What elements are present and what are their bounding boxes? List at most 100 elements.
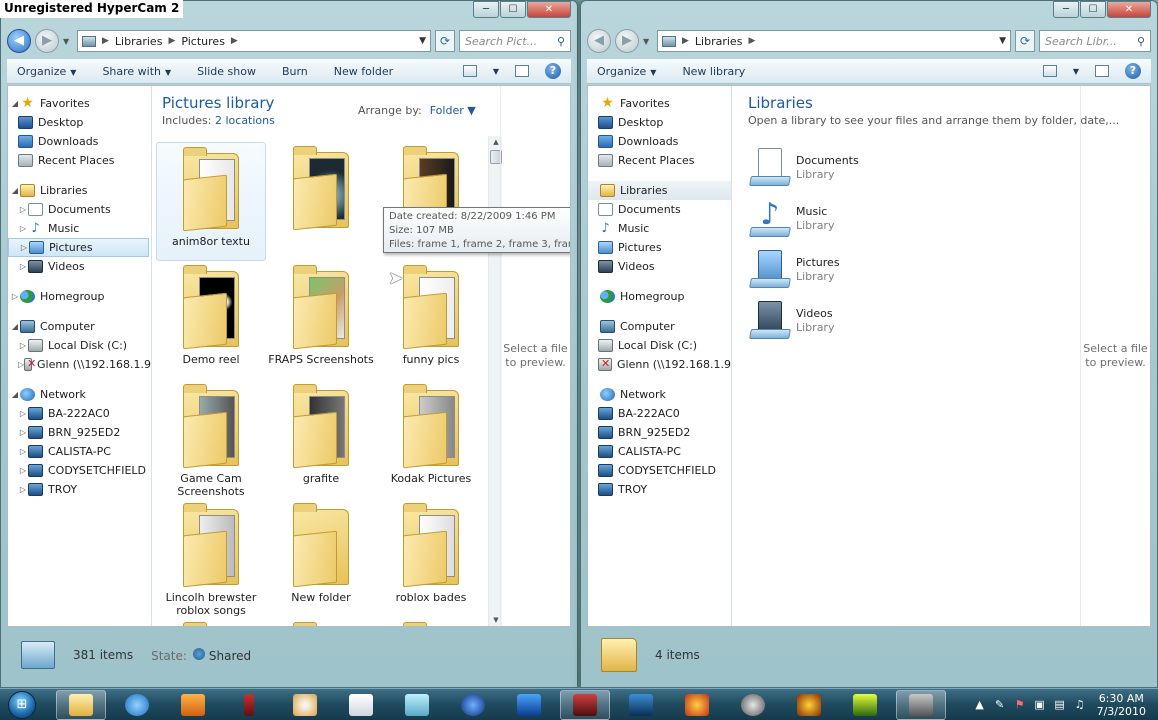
search-input[interactable]: Search Libr... ⚲ <box>1039 30 1151 52</box>
address-dropdown-icon[interactable]: ▼ <box>419 36 426 46</box>
taskbar-media[interactable] <box>168 690 218 720</box>
library-item-music[interactable]: ♪ Music Library <box>748 193 859 244</box>
nav-local-disk[interactable]: ▷ Local Disk (C:) <box>8 336 151 355</box>
nav-network-pc[interactable]: TROY <box>588 480 731 499</box>
close-button[interactable]: ✕ <box>1107 1 1151 18</box>
nav-network-pc[interactable]: ▷ BA-222AC0 <box>8 404 151 423</box>
preview-pane-icon[interactable] <box>1095 65 1109 77</box>
nav-downloads[interactable]: Downloads <box>588 132 731 151</box>
folder-tile[interactable] <box>266 618 376 626</box>
nav-computer[interactable]: Computer <box>588 317 731 336</box>
help-icon[interactable]: ? <box>1125 63 1141 79</box>
nav-network[interactable]: ◢ Network <box>8 385 151 404</box>
nav-local-disk[interactable]: Local Disk (C:) <box>588 336 731 355</box>
nav-glenn-share[interactable]: Glenn (\\192.168.1.9 <box>588 355 731 374</box>
nav-videos[interactable]: ▷ Videos <box>8 257 151 276</box>
taskbar-hypercam[interactable] <box>560 689 610 720</box>
action-center-icon[interactable]: ⚑ <box>1013 698 1027 712</box>
start-button[interactable]: ⊞ <box>0 689 44 720</box>
forward-button[interactable]: ▶ <box>35 29 59 53</box>
new-library-button[interactable]: New library <box>682 65 745 78</box>
folder-tile[interactable]: grafite <box>266 380 376 499</box>
nav-music[interactable]: ▷ ♪ Music <box>8 219 151 238</box>
network-status-icon[interactable]: ▤ <box>1053 698 1067 712</box>
nav-libraries[interactable]: Libraries <box>588 181 731 200</box>
folder-tile[interactable] <box>266 142 376 261</box>
breadcrumb-libraries[interactable]: Libraries <box>115 35 163 48</box>
maximize-button[interactable]: ☐ <box>1080 1 1106 18</box>
taskbar-app-figure[interactable] <box>224 690 274 720</box>
nav-documents[interactable]: ▷ Documents <box>8 200 151 219</box>
libraries-window[interactable]: ─ ☐ ✕ ◀ ▶ ▼ ▶ Libraries ▶ ▼ ⟳ Search Lib… <box>580 0 1158 688</box>
breadcrumb-libraries[interactable]: Libraries <box>695 35 743 48</box>
nav-computer[interactable]: ◢ Computer <box>8 317 151 336</box>
library-item-videos[interactable]: Videos Library <box>748 295 859 346</box>
organize-menu[interactable]: Organize ▼ <box>17 65 76 78</box>
close-button[interactable]: ✕ <box>527 1 571 18</box>
taskbar-rf4[interactable] <box>504 690 554 720</box>
folder-tile[interactable]: Game Cam Screenshots <box>156 380 266 499</box>
nav-downloads[interactable]: Downloads <box>8 132 151 151</box>
organize-menu[interactable]: Organize ▼ <box>597 65 656 78</box>
change-view-icon[interactable] <box>462 65 477 77</box>
nav-network-pc[interactable]: BRN_925ED2 <box>588 423 731 442</box>
folder-tile[interactable] <box>156 618 266 626</box>
nav-libraries[interactable]: ◢ Libraries <box>8 181 151 200</box>
burn-button[interactable]: Burn <box>282 65 308 78</box>
folder-tile[interactable]: Lincolh brewster roblox songs <box>156 499 266 618</box>
libraries-list-area[interactable]: Libraries Open a library to see your fil… <box>732 86 1150 626</box>
nav-desktop[interactable]: Desktop <box>588 113 731 132</box>
volume-icon[interactable]: ♫ <box>1073 698 1087 712</box>
nav-homegroup[interactable]: ▷ Homegroup <box>8 287 151 306</box>
nav-network[interactable]: Network <box>588 385 731 404</box>
refresh-button[interactable]: ⟳ <box>1015 30 1035 52</box>
nav-documents[interactable]: Documents <box>588 200 731 219</box>
taskbar-notes[interactable] <box>392 690 442 720</box>
maximize-button[interactable]: ☐ <box>500 1 526 18</box>
nav-network-pc[interactable]: CODYSETCHFIELD <box>588 461 731 480</box>
folder-tile[interactable]: roblox bades <box>376 499 486 618</box>
nav-recent-places[interactable]: Recent Places <box>588 151 731 170</box>
address-bar[interactable]: ▶ Libraries ▶ ▼ <box>657 30 1011 52</box>
nav-network-pc[interactable]: ▷ CALISTA-PC <box>8 442 151 461</box>
address-bar[interactable]: ▶ Libraries ▶ Pictures ▶ ▼ <box>77 30 431 52</box>
view-dropdown-icon[interactable]: ▼ <box>1073 67 1079 76</box>
help-icon[interactable]: ? <box>545 63 561 79</box>
address-dropdown-icon[interactable]: ▼ <box>999 36 1006 46</box>
tray-device-icon[interactable]: ▣ <box>1033 698 1047 712</box>
nav-network-pc[interactable]: BA-222AC0 <box>588 404 731 423</box>
taskbar-game[interactable] <box>784 690 834 720</box>
minimize-button[interactable]: ─ <box>1053 1 1079 18</box>
nav-network-pc[interactable]: ▷ TROY <box>8 480 151 499</box>
nav-favorites[interactable]: ◢ ★ Favorites <box>8 94 151 113</box>
nav-videos[interactable]: Videos <box>588 257 731 276</box>
taskbar-tool[interactable] <box>896 689 946 720</box>
library-item-documents[interactable]: Documents Library <box>748 142 859 193</box>
folder-tile[interactable]: Kodak Pictures <box>376 380 486 499</box>
show-hidden-icons-icon[interactable]: ▲ <box>973 698 987 712</box>
preview-pane-icon[interactable] <box>515 65 529 77</box>
back-button[interactable]: ◀ <box>587 29 611 53</box>
folder-tile[interactable]: FRAPS Screenshots <box>266 261 376 380</box>
nav-homegroup[interactable]: Homegroup <box>588 287 731 306</box>
library-item-pictures[interactable]: Pictures Library <box>748 244 859 295</box>
nav-pictures[interactable]: ▷ Pictures <box>8 238 149 257</box>
share-with-menu[interactable]: Share with ▼ <box>102 65 171 78</box>
taskbar-internet-explorer[interactable] <box>112 690 162 720</box>
nav-favorites[interactable]: ★ Favorites <box>588 94 731 113</box>
taskbar-explorer[interactable] <box>56 689 106 720</box>
nav-network-pc[interactable]: ▷ CODYSETCHFIELD <box>8 461 151 480</box>
folder-tile[interactable]: New folder <box>266 499 376 618</box>
taskbar-film[interactable] <box>728 690 778 720</box>
system-clock[interactable]: 6:30 AM 7/3/2010 <box>1097 692 1146 718</box>
navigation-pane[interactable]: ★ Favorites Desktop Downloads Recent Plac… <box>588 86 732 626</box>
locations-link[interactable]: 2 locations <box>215 114 275 127</box>
folder-tile[interactable] <box>376 618 486 626</box>
taskbar-photoshop[interactable] <box>616 690 666 720</box>
taskbar-document[interactable] <box>336 690 386 720</box>
tray-app-icon[interactable]: ✎ <box>993 698 1007 712</box>
refresh-button[interactable]: ⟳ <box>435 30 455 52</box>
recent-pages-dropdown[interactable]: ▼ <box>63 37 73 46</box>
breadcrumb-pictures[interactable]: Pictures <box>181 35 225 48</box>
recent-pages-dropdown[interactable]: ▼ <box>643 37 653 46</box>
